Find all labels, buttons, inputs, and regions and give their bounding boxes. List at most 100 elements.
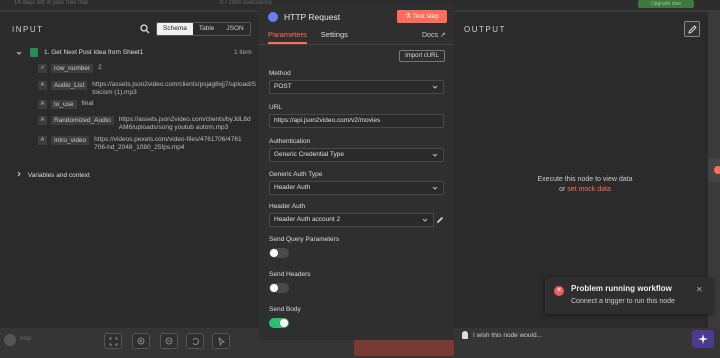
node-header: HTTP Request	[268, 12, 340, 22]
pencil-icon	[688, 25, 697, 34]
zoom-in-icon	[137, 337, 145, 345]
tab-divider	[258, 44, 454, 45]
node-title[interactable]: HTTP Request	[284, 12, 340, 22]
field-key[interactable]: Intro_video	[51, 136, 90, 145]
generic-auth-type-value: Header Auth	[274, 184, 311, 191]
search-icon[interactable]	[140, 24, 150, 34]
tab-parameters[interactable]: Parameters	[268, 30, 307, 44]
tab-schema[interactable]: Schema	[157, 23, 193, 35]
send-query-toggle[interactable]	[269, 248, 289, 258]
test-step-button[interactable]: ⚗ Test step	[397, 10, 447, 23]
zoom-out-button[interactable]	[160, 333, 178, 349]
lightbulb-icon	[462, 331, 468, 339]
tab-table[interactable]: Table	[193, 23, 221, 35]
pointer-icon	[218, 337, 226, 346]
string-type-icon: A	[38, 81, 47, 90]
field-value: https://assets.json2video.com/clients/by…	[118, 116, 251, 131]
url-label: URL	[269, 104, 283, 111]
edit-output-button[interactable]	[684, 21, 700, 37]
flask-icon: ⚗	[405, 13, 413, 20]
chevron-down-icon[interactable]	[16, 50, 22, 56]
google-sheets-icon	[30, 48, 38, 57]
tab-settings[interactable]: Settings	[321, 30, 348, 44]
send-body-toggle[interactable]	[269, 318, 289, 328]
zoom-fit-button[interactable]	[104, 333, 122, 349]
chevron-right-icon[interactable]	[16, 171, 22, 177]
toast-message: Connect a trigger to run this node	[571, 298, 675, 305]
help-icon[interactable]	[4, 334, 16, 346]
item-count: 1 item	[234, 49, 252, 56]
field-row[interactable]: A Intro_video https://videos.pexels.com/…	[38, 136, 256, 152]
node-tabs: Parameters Settings	[268, 30, 348, 44]
zoom-in-button[interactable]	[132, 333, 150, 349]
sparkle-icon	[698, 334, 708, 344]
tab-json[interactable]: JSON	[220, 23, 249, 35]
field-value: https://videos.pexels.com/video-files/47…	[94, 136, 242, 151]
feedback-placeholder: I wish this node would...	[473, 331, 543, 339]
input-title: INPUT	[12, 25, 44, 34]
string-type-icon: A	[38, 136, 47, 145]
test-step-label: Test step	[412, 13, 439, 20]
chevron-down-icon	[432, 153, 438, 157]
undo-icon	[192, 338, 200, 345]
fit-view-icon	[109, 337, 118, 346]
field-value: 2	[98, 64, 102, 71]
zoom-out-icon	[165, 337, 173, 345]
field-row[interactable]: A Audio_List https://assets.json2video.c…	[38, 81, 256, 97]
feedback-input[interactable]: I wish this node would...	[462, 331, 542, 339]
generic-auth-type-select[interactable]: Header Auth	[269, 181, 444, 195]
field-key[interactable]: to_use	[51, 100, 77, 109]
method-value: POST	[274, 83, 292, 90]
chevron-down-icon	[432, 85, 438, 89]
reset-zoom-button[interactable]	[186, 333, 204, 349]
view-tabs: Schema Table JSON	[156, 22, 251, 36]
authentication-select[interactable]: Generic Credential Type	[269, 148, 444, 162]
input-panel: INPUT Schema Table JSON 1. Get Next Post…	[0, 12, 258, 328]
status-dot-icon	[714, 166, 720, 174]
upgrade-button[interactable]: Upgrade now	[638, 0, 694, 8]
toggle-knob	[270, 249, 278, 257]
generic-auth-type-label: Generic Auth Type	[269, 171, 323, 178]
authentication-value: Generic Credential Type	[274, 151, 344, 158]
header-auth-credential-select[interactable]: Header Auth account 2	[269, 213, 434, 227]
import-curl-button[interactable]: Import cURL	[399, 50, 445, 62]
field-row[interactable]: A to_use final	[38, 100, 93, 109]
error-icon: ×	[554, 286, 564, 296]
send-headers-toggle[interactable]	[269, 283, 289, 293]
field-key[interactable]: Audio_List	[50, 81, 88, 90]
error-toast: × Problem running workflow Connect a tri…	[545, 277, 713, 314]
field-key[interactable]: row_number	[51, 64, 94, 73]
ai-assistant-button[interactable]	[692, 330, 714, 348]
close-icon[interactable]: ✕	[696, 285, 703, 294]
set-mock-data-link[interactable]: set mock data	[567, 186, 611, 193]
pencil-icon[interactable]	[436, 216, 444, 224]
execute-workflow-button[interactable]	[354, 340, 454, 356]
docs-link[interactable]: Docs ↗	[422, 31, 446, 39]
execute-hint: Execute this node to view data	[537, 176, 633, 183]
output-title: OUTPUT	[464, 25, 506, 34]
help-label: help	[20, 336, 32, 342]
string-type-icon: A	[38, 116, 47, 125]
source-node-label: 1. Get Next Post Idea from Sheet1	[44, 49, 144, 56]
tidy-up-button[interactable]	[212, 333, 230, 349]
field-key[interactable]: Randomized_Audio	[51, 116, 114, 125]
string-type-icon: A	[38, 100, 47, 109]
header-auth-label: Header Auth	[269, 203, 306, 210]
url-value: https://api.json2video.com/v2/movies	[274, 117, 381, 124]
globe-icon	[268, 12, 278, 22]
field-row[interactable]: # row_number 2	[38, 64, 102, 73]
send-body-label: Send Body	[269, 306, 301, 313]
method-select[interactable]: POST	[269, 80, 444, 94]
empty-output-message: Execute this node to view data or set mo…	[520, 175, 650, 195]
number-type-icon: #	[38, 64, 47, 73]
chevron-down-icon	[432, 186, 438, 190]
url-input[interactable]: https://api.json2video.com/v2/movies	[269, 114, 444, 128]
toggle-knob	[270, 284, 278, 292]
source-node-row[interactable]: 1. Get Next Post Idea from Sheet1	[16, 48, 143, 57]
send-headers-label: Send Headers	[269, 271, 311, 278]
field-row[interactable]: A Randomized_Audio https://assets.json2v…	[38, 116, 256, 132]
variables-context-row[interactable]: Variables and context	[16, 171, 90, 179]
side-handle[interactable]	[708, 158, 720, 182]
or-text: or	[559, 186, 566, 193]
method-label: Method	[269, 70, 291, 77]
